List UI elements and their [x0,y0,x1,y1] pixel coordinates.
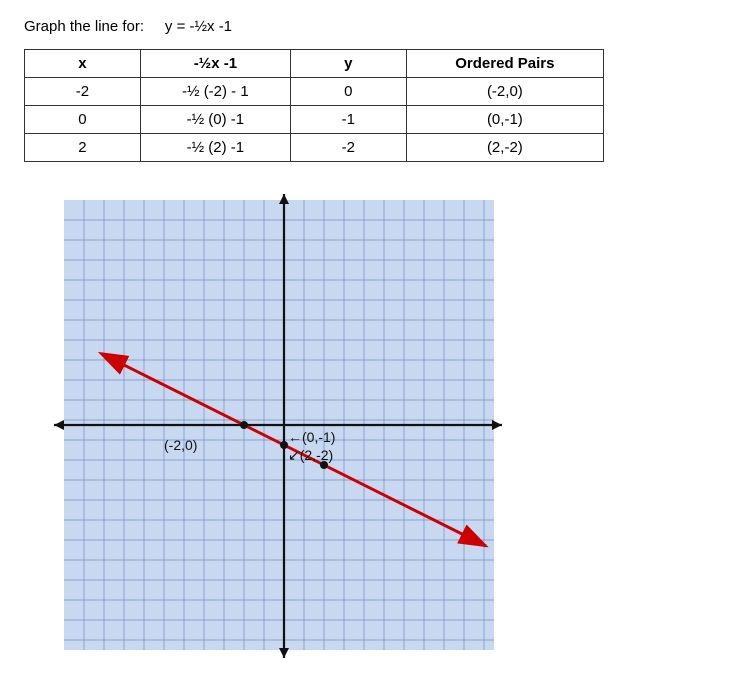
table-row: 0 -½ (0) -1 -1 (0,-1) [25,106,604,134]
cell-x: -2 [25,78,141,106]
table-row: -2 -½ (-2) - 1 0 (-2,0) [25,78,604,106]
point-0-neg1 [280,441,288,449]
graph-container: (-2,0) ←(0,-1) ↙(2,-2) [34,190,732,660]
cell-x: 2 [25,134,141,162]
cell-y: 0 [290,78,406,106]
table-row: 2 -½ (2) -1 -2 (2,-2) [25,134,604,162]
instruction-text: Graph the line for: y = -½x -1 [24,18,732,35]
cell-y: -1 [290,106,406,134]
cell-x: 0 [25,106,141,134]
col-header-x: x [25,50,141,78]
point-neg2-0 [240,421,248,429]
cell-expr: -½ (2) -1 [140,134,290,162]
label-0-neg1: ←(0,-1) [288,429,335,445]
instruction-prefix: Graph the line for: [24,18,144,35]
equation-table: x -½x -1 y Ordered Pairs -2 -½ (-2) - 1 … [24,49,604,162]
cell-pair: (-2,0) [406,78,603,106]
label-neg2-0: (-2,0) [164,437,197,453]
equation: y = -½x -1 [165,18,232,35]
col-header-pairs: Ordered Pairs [406,50,603,78]
coordinate-graph: (-2,0) ←(0,-1) ↙(2,-2) [34,190,504,660]
cell-pair: (2,-2) [406,134,603,162]
cell-y: -2 [290,134,406,162]
cell-pair: (0,-1) [406,106,603,134]
cell-expr: -½ (-2) - 1 [140,78,290,106]
label-2-neg2: ↙(2,-2) [288,447,333,463]
col-header-expr: -½x -1 [140,50,290,78]
col-header-y: y [290,50,406,78]
cell-expr: -½ (0) -1 [140,106,290,134]
